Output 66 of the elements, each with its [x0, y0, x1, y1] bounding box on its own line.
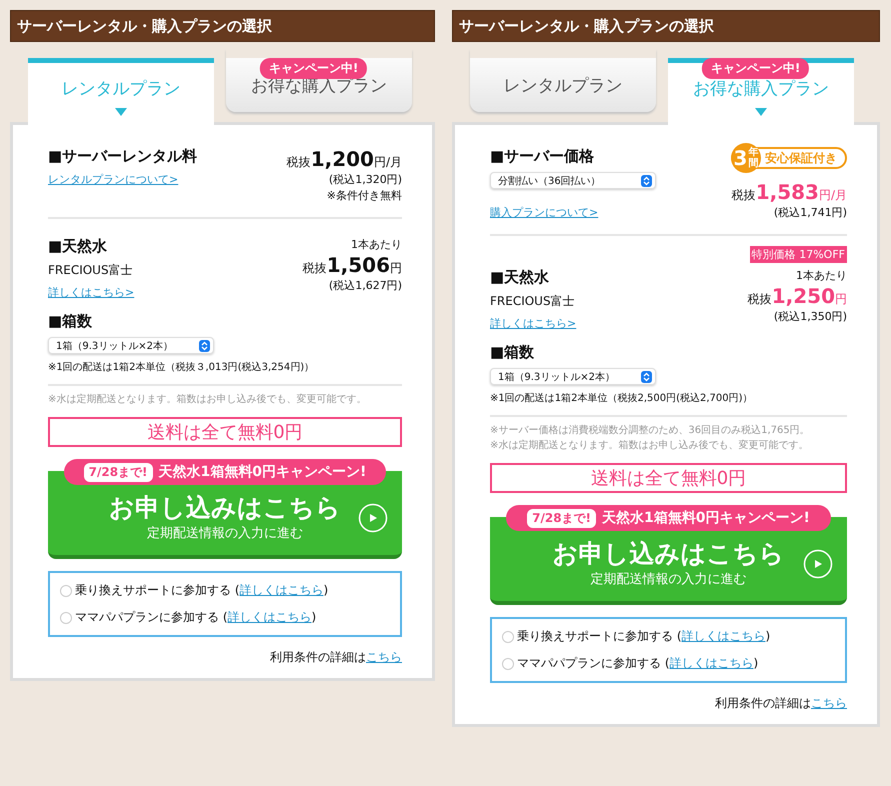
- price: 税抜 1,583 円/月: [732, 180, 847, 204]
- section-heading: ■箱数: [48, 312, 92, 331]
- campaign-ribbon: 7/28まで! 天然水1箱無料0円キャンペーン!: [64, 459, 386, 485]
- radio-button[interactable]: [60, 612, 72, 624]
- radio-button[interactable]: [502, 658, 514, 670]
- product-name: FRECIOUS富士: [490, 293, 575, 310]
- section-heading: ■天然水: [490, 268, 550, 287]
- campaign-badge: キャンペーン中!: [702, 58, 810, 79]
- terms-text: 利用条件の詳細は こちら: [715, 696, 847, 710]
- radio-button[interactable]: [60, 584, 72, 596]
- option-label: 乗り換えサポートに参加する (詳しくはこちら): [75, 582, 328, 599]
- link[interactable]: 購入プランについて>: [490, 205, 598, 220]
- apply-button[interactable]: 7/28まで! 天然水1箱無料0円キャンペーン! お申し込みはこちら 定期配送情報の入力に進む: [490, 505, 847, 605]
- tax-included-price: (税込1,350円): [774, 309, 847, 324]
- campaign-ribbon: 7/28まで! 天然水1箱無料0円キャンペーン!: [506, 505, 831, 531]
- terms-text: 利用条件の詳細は こちら: [270, 650, 402, 664]
- tax-included-price: (税込1,320円): [328, 172, 402, 187]
- dropdown[interactable]: 1箱（9.3リットル×2本）: [48, 337, 214, 354]
- link[interactable]: 詳しくはこちら: [240, 583, 324, 597]
- dropdown-arrows-icon: [641, 370, 652, 382]
- link[interactable]: 詳しくはこちら>: [48, 285, 134, 300]
- delivery-note: ※1回の配送は1箱2本単位（税抜2,500円(税込2,700円)）: [490, 392, 753, 405]
- discount-tag: 特別価格 17%OFF: [750, 246, 847, 263]
- link[interactable]: 詳しくはこちら: [682, 629, 766, 643]
- delivery-note: ※1回の配送は1箱2本単位（税抜３,013円(税込3,254円)）: [48, 360, 314, 374]
- price-note: ※条件付き無料: [326, 188, 402, 203]
- link[interactable]: こちら: [366, 650, 402, 664]
- unit-label: 1本あたり: [351, 237, 402, 252]
- plan-tab[interactable]: レンタルプラン: [470, 49, 656, 112]
- note: ※水は定期配送となります。箱数はお申し込み後でも、変更可能です。: [48, 392, 368, 407]
- section-heading: ■箱数: [490, 343, 534, 362]
- option-label: 乗り換えサポートに参加する (詳しくはこちら): [517, 628, 770, 645]
- section-heading: ■サーバーレンタル料: [48, 147, 198, 166]
- dropdown-arrows-icon: [199, 340, 210, 352]
- play-icon: [358, 503, 388, 533]
- radio-button[interactable]: [502, 630, 514, 642]
- note: ※サーバー価格は消費税端数分調整のため、36回目のみ税込1,765円。: [490, 424, 811, 438]
- link[interactable]: こちら: [811, 696, 847, 710]
- section-title: サーバーレンタル・購入プランの選択: [452, 10, 880, 42]
- link[interactable]: 詳しくはこちら: [228, 610, 312, 624]
- price: 税抜 1,250円: [748, 284, 847, 308]
- option-label: ママパパプランに参加する (詳しくはこちら): [517, 655, 758, 672]
- triangle-icon: [755, 108, 767, 116]
- link[interactable]: 詳しくはこちら: [670, 656, 754, 670]
- dropdown[interactable]: 1箱（9.3リットル×2本）: [490, 368, 656, 385]
- triangle-icon: [115, 108, 127, 116]
- dropdown[interactable]: 分割払い（36回払い）: [490, 172, 656, 189]
- unit-label: 1本あたり: [796, 268, 847, 283]
- free-shipping-banner: 送料は全て無料0円: [490, 463, 847, 493]
- price: 税抜 1,200円/月: [286, 147, 402, 171]
- link[interactable]: 詳しくはこちら>: [490, 316, 576, 331]
- dropdown-arrows-icon: [641, 174, 652, 186]
- apply-button[interactable]: 7/28まで! 天然水1箱無料0円キャンペーン! お申し込みはこちら 定期配送情報の入力に進む: [48, 459, 402, 559]
- tax-included-price: (税込1,627円): [328, 278, 402, 293]
- tax-included-price: (税込1,741円): [774, 205, 847, 220]
- play-icon: [803, 549, 833, 579]
- free-shipping-banner: 送料は全て無料0円: [48, 417, 402, 447]
- campaign-badge: キャンペーン中!: [260, 58, 368, 79]
- section-heading: ■サーバー価格: [490, 147, 594, 166]
- note: ※水は定期配送となります。箱数はお申し込み後でも、変更可能です。: [490, 438, 810, 453]
- link[interactable]: レンタルプランについて>: [48, 172, 178, 187]
- option-label: ママパパプランに参加する (詳しくはこちら): [75, 609, 316, 626]
- section-title: サーバーレンタル・購入プランの選択: [10, 10, 435, 42]
- section-heading: ■天然水: [48, 237, 108, 256]
- product-name: FRECIOUS富士: [48, 262, 133, 279]
- price: 税抜 1,506円: [302, 253, 402, 277]
